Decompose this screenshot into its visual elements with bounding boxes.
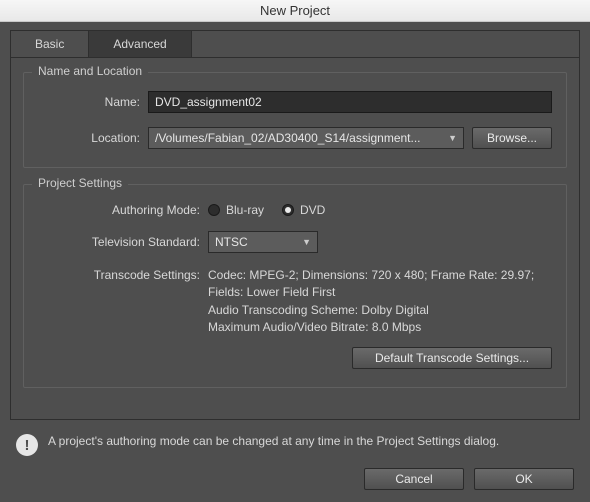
row-tv-standard: Television Standard: NTSC ▼: [38, 231, 552, 253]
radio-dvd-label: DVD: [300, 203, 325, 217]
legend-name-location: Name and Location: [32, 64, 148, 78]
location-value: /Volumes/Fabian_02/AD30400_S14/assignmen…: [155, 131, 421, 145]
radio-icon: [208, 204, 220, 216]
tab-bar: Basic Advanced: [10, 30, 580, 57]
row-authoring: Authoring Mode: Blu-ray DVD: [38, 203, 552, 217]
chevron-down-icon: ▼: [448, 133, 457, 143]
name-input[interactable]: [148, 91, 552, 113]
legend-project-settings: Project Settings: [32, 176, 128, 190]
transcode-line: Codec: MPEG-2; Dimensions: 720 x 480; Fr…: [208, 267, 552, 284]
tv-standard-value: NTSC: [215, 235, 248, 249]
transcode-line: Fields: Lower Field First: [208, 284, 552, 301]
authoring-radio-group: Blu-ray DVD: [208, 203, 325, 217]
label-location: Location:: [38, 131, 148, 145]
row-default-transcode: Default Transcode Settings...: [38, 347, 552, 369]
tab-basic[interactable]: Basic: [11, 31, 89, 57]
row-location: Location: /Volumes/Fabian_02/AD30400_S14…: [38, 127, 552, 149]
transcode-line: Audio Transcoding Scheme: Dolby Digital: [208, 302, 552, 319]
notice-text: A project's authoring mode can be change…: [48, 434, 499, 448]
fieldset-project-settings: Project Settings Authoring Mode: Blu-ray…: [23, 184, 567, 388]
radio-bluray[interactable]: Blu-ray: [208, 203, 264, 217]
radio-icon: [282, 204, 294, 216]
radio-bluray-label: Blu-ray: [226, 203, 264, 217]
tv-standard-dropdown[interactable]: NTSC ▼: [208, 231, 318, 253]
default-transcode-button[interactable]: Default Transcode Settings...: [352, 347, 552, 369]
location-dropdown[interactable]: /Volumes/Fabian_02/AD30400_S14/assignmen…: [148, 127, 464, 149]
radio-dvd[interactable]: DVD: [282, 203, 325, 217]
window-titlebar: New Project: [0, 0, 590, 22]
transcode-info: Codec: MPEG-2; Dimensions: 720 x 480; Fr…: [208, 267, 552, 337]
row-name: Name:: [38, 91, 552, 113]
row-transcode: Transcode Settings: Codec: MPEG-2; Dimen…: [38, 267, 552, 337]
new-project-dialog: New Project Basic Advanced Name and Loca…: [0, 0, 590, 502]
tab-panel-basic: Name and Location Name: Location: /Volum…: [10, 57, 580, 420]
label-authoring: Authoring Mode:: [38, 203, 208, 217]
ok-button[interactable]: OK: [474, 468, 574, 490]
info-icon: !: [16, 434, 38, 456]
window-title: New Project: [260, 3, 330, 18]
dialog-footer: Cancel OK: [10, 456, 580, 494]
transcode-line: Maximum Audio/Video Bitrate: 8.0 Mbps: [208, 319, 552, 336]
browse-button[interactable]: Browse...: [472, 127, 552, 149]
notice-bar: ! A project's authoring mode can be chan…: [10, 420, 580, 456]
cancel-button[interactable]: Cancel: [364, 468, 464, 490]
label-tv-standard: Television Standard:: [38, 235, 208, 249]
label-transcode: Transcode Settings:: [38, 267, 208, 337]
fieldset-name-location: Name and Location Name: Location: /Volum…: [23, 72, 567, 168]
tab-advanced[interactable]: Advanced: [89, 31, 191, 57]
label-name: Name:: [38, 95, 148, 109]
chevron-down-icon: ▼: [302, 237, 311, 247]
dialog-body: Basic Advanced Name and Location Name: L…: [0, 22, 590, 502]
